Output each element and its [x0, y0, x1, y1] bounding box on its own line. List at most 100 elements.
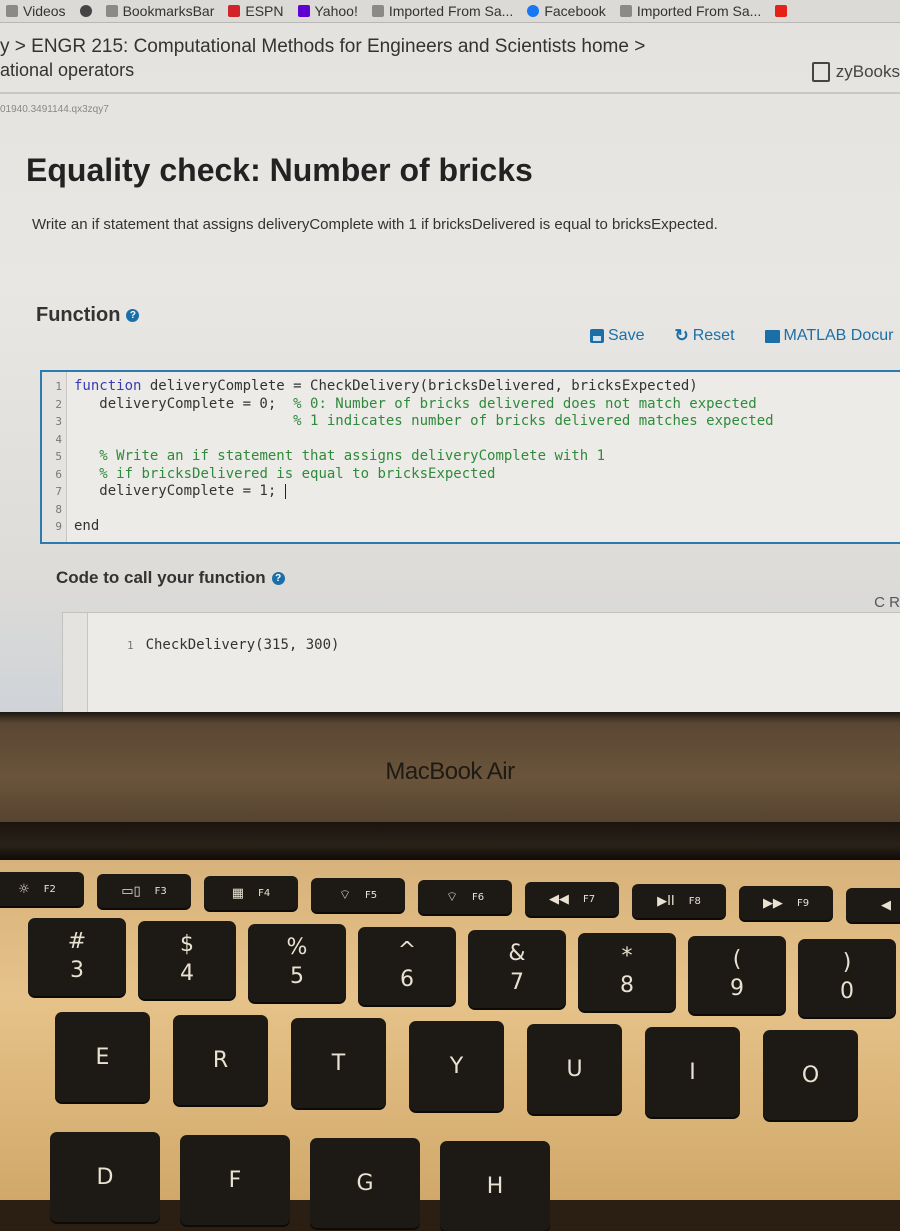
letter-key[interactable]: T	[291, 1018, 386, 1108]
browser-screen: Videos BookmarksBar ESPN Yahoo! Imported…	[0, 0, 900, 712]
bookmark-label: ESPN	[245, 3, 284, 19]
save-label: Save	[608, 327, 645, 344]
key-label: F5	[365, 889, 378, 901]
breadcrumb-course-link[interactable]: y > ENGR 215: Computational Methods for …	[0, 36, 645, 58]
matlab-docs-link[interactable]: MATLAB Docur	[764, 326, 894, 346]
key-symbol: ^	[397, 938, 417, 964]
function-section-label: Function ?	[36, 304, 140, 327]
number-key[interactable]: (9	[688, 936, 786, 1014]
bookmark-bookmarksbar[interactable]: BookmarksBar	[105, 3, 215, 19]
code-line: 9 end	[42, 518, 99, 535]
letter-key[interactable]: Y	[409, 1021, 504, 1111]
help-icon[interactable]: ?	[271, 571, 285, 585]
key-digit: 9	[730, 976, 744, 1001]
bookmark-imported-1[interactable]: Imported From Sa...	[371, 3, 513, 19]
bookmark-label: BookmarksBar	[122, 3, 215, 19]
call-code-editor[interactable]: 1 CheckDelivery(315, 300)	[62, 612, 900, 712]
function-key[interactable]: ◀◀ F7	[525, 882, 619, 916]
number-key[interactable]: & 7	[468, 930, 566, 1008]
function-key[interactable]: ▶▶ F9	[739, 886, 833, 920]
line-number: 1	[126, 639, 134, 652]
bookmark-label: Videos	[23, 3, 66, 19]
save-button[interactable]: Save	[590, 326, 644, 346]
code-text: deliveryComplete = CheckDelivery(bricksD…	[141, 378, 698, 394]
docs-label: MATLAB Docur	[783, 327, 894, 344]
function-key[interactable]: ▭▯ F3	[97, 874, 191, 908]
bookmark-espn[interactable]: ESPN	[228, 3, 284, 19]
number-key[interactable]: ^ 6	[358, 927, 456, 1005]
youtube-icon	[775, 5, 788, 17]
key-letter: G	[356, 1170, 374, 1196]
key-icon: ⌔	[338, 888, 352, 903]
reset-button[interactable]: ↻ Reset	[674, 326, 734, 346]
letter-key[interactable]: E	[55, 1012, 150, 1102]
bookmark-label: Imported From Sa...	[636, 3, 762, 19]
letter-key[interactable]: H	[440, 1141, 550, 1231]
code-text: deliveryComplete = 0;	[74, 395, 294, 412]
call-reset-button[interactable]: C R	[874, 594, 900, 611]
key-digit: 0	[840, 979, 854, 1004]
key-label: F8	[688, 895, 701, 907]
letter-key[interactable]: G	[310, 1138, 420, 1228]
function-key[interactable]: ⌔ F6	[418, 880, 512, 914]
letter-key[interactable]: U	[527, 1024, 622, 1114]
letter-key[interactable]: F	[180, 1135, 290, 1225]
key-label: F2	[43, 883, 56, 895]
bookmark-videos[interactable]: Videos	[6, 3, 66, 19]
function-key[interactable]: ☼ F2	[0, 872, 84, 906]
bookmark-imported-2[interactable]: Imported From Sa...	[619, 3, 762, 19]
code-line: 4	[42, 431, 74, 448]
number-key[interactable]: $4	[138, 921, 236, 999]
number-key[interactable]: #3	[28, 918, 126, 996]
bookmark-globe[interactable]	[79, 5, 92, 17]
help-icon[interactable]: ?	[126, 309, 140, 322]
bookmarks-bar: Videos BookmarksBar ESPN Yahoo! Imported…	[0, 0, 900, 23]
code-comment: % 0: Number of bricks delivered does not…	[293, 395, 757, 412]
line-number: 7	[55, 485, 62, 498]
laptop-brand: MacBook Air	[385, 758, 515, 785]
save-icon	[590, 329, 604, 343]
letter-key[interactable]: I	[645, 1027, 740, 1117]
instructions: Write an if statement that assigns deliv…	[32, 216, 718, 233]
function-key[interactable]: ⌔ F5	[311, 878, 405, 912]
key-symbol: $	[180, 932, 194, 958]
function-key[interactable]: ▦ F4	[204, 876, 298, 910]
call-section-label: Code to call your function ?	[56, 568, 285, 588]
key-icon: ▶▶	[762, 895, 783, 911]
bookmark-youtube[interactable]	[775, 5, 788, 17]
number-key[interactable]: % 5	[248, 924, 346, 1002]
code-comment: % Write an if statement that assigns del…	[99, 448, 606, 464]
code-line: 2 deliveryComplete = 0; % 0: Number of b…	[42, 395, 757, 413]
number-key[interactable]: * 8	[578, 933, 676, 1011]
yahoo-icon	[297, 5, 310, 17]
letter-key[interactable]: O	[763, 1030, 858, 1120]
bookmark-facebook[interactable]: Facebook	[527, 3, 606, 19]
function-key[interactable]: ▶II F8	[632, 884, 726, 918]
number-key[interactable]: ) 0	[798, 939, 896, 1017]
line-number: 9	[55, 520, 62, 533]
line-number: 3	[55, 415, 62, 428]
key-icon: ▭▯	[121, 883, 141, 899]
breadcrumb-section[interactable]: ational operators	[0, 60, 134, 81]
code-text: end	[74, 518, 100, 534]
book-icon	[764, 329, 780, 343]
zybooks-logo[interactable]: zyBooks	[811, 62, 900, 82]
editor-toolbar: Save ↻ Reset MATLAB Docur	[590, 326, 893, 346]
letter-key[interactable]: R	[173, 1015, 268, 1105]
key-symbol: (	[732, 947, 742, 973]
function-label: Function	[36, 304, 121, 326]
key-digit: 8	[620, 973, 634, 998]
line-number: 6	[55, 467, 62, 481]
letter-key[interactable]: D	[50, 1132, 160, 1222]
page-title: Equality check: Number of bricks	[26, 152, 533, 188]
facebook-icon	[527, 5, 540, 17]
function-key[interactable]: ◀	[846, 888, 900, 922]
function-code-editor[interactable]: 1 function deliveryComplete = CheckDelive…	[40, 370, 900, 544]
laptop-hinge	[0, 822, 900, 860]
key-symbol: %	[286, 935, 308, 961]
code-line: 5 % Write an if statement that assigns d…	[42, 448, 605, 465]
bookmark-label: Yahoo!	[314, 3, 358, 19]
key-letter: T	[331, 1050, 346, 1076]
bookmark-yahoo[interactable]: Yahoo!	[297, 3, 358, 19]
